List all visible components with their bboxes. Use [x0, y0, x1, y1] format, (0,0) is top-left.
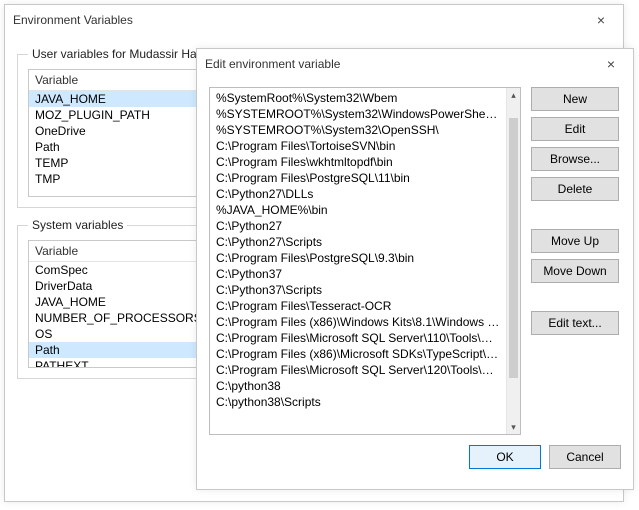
- edit-env-window: Edit environment variable × %SystemRoot%…: [196, 48, 634, 490]
- col-variable[interactable]: Variable: [29, 70, 197, 90]
- path-entry[interactable]: C:\Program Files (x86)\Microsoft SDKs\Ty…: [210, 346, 506, 362]
- path-entry[interactable]: C:\Program Files\TortoiseSVN\bin: [210, 138, 506, 154]
- path-entry[interactable]: C:\Program Files\PostgreSQL\9.3\bin: [210, 250, 506, 266]
- move-down-button[interactable]: Move Down: [531, 259, 619, 283]
- edit-titlebar: Edit environment variable ×: [197, 49, 633, 79]
- path-entry[interactable]: %SYSTEMROOT%\System32\OpenSSH\: [210, 122, 506, 138]
- env-title: Environment Variables: [13, 13, 587, 27]
- new-button[interactable]: New: [531, 87, 619, 111]
- path-entry[interactable]: C:\python38\Scripts: [210, 394, 506, 410]
- scroll-down-icon[interactable]: ▾: [507, 420, 520, 434]
- edit-cancel-button[interactable]: Cancel: [549, 445, 621, 469]
- system-vars-legend: System variables: [28, 218, 127, 232]
- edit-ok-button[interactable]: OK: [469, 445, 541, 469]
- col-variable[interactable]: Variable: [29, 241, 197, 261]
- edit-text-button[interactable]: Edit text...: [531, 311, 619, 335]
- edit-side-buttons: New Edit Browse... Delete Move Up Move D…: [531, 87, 621, 435]
- path-entry[interactable]: C:\Python27: [210, 218, 506, 234]
- var-name-cell: Path: [29, 342, 197, 358]
- path-entry[interactable]: C:\Program Files\Tesseract-OCR: [210, 298, 506, 314]
- var-name-cell: ComSpec: [29, 262, 197, 278]
- path-entry[interactable]: C:\Python27\Scripts: [210, 234, 506, 250]
- path-entries-list[interactable]: %SystemRoot%\System32\Wbem%SYSTEMROOT%\S…: [209, 87, 521, 435]
- path-entry[interactable]: C:\python38: [210, 378, 506, 394]
- path-entry[interactable]: C:\Program Files\PostgreSQL\11\bin: [210, 170, 506, 186]
- path-entry[interactable]: C:\Program Files\wkhtmltopdf\bin: [210, 154, 506, 170]
- path-entry[interactable]: C:\Program Files\Microsoft SQL Server\11…: [210, 330, 506, 346]
- var-name-cell: OneDrive: [29, 123, 197, 139]
- env-close-button[interactable]: ×: [587, 12, 615, 28]
- path-scrollbar[interactable]: ▴ ▾: [506, 88, 520, 434]
- path-entry[interactable]: C:\Program Files (x86)\Windows Kits\8.1\…: [210, 314, 506, 330]
- var-name-cell: JAVA_HOME: [29, 91, 197, 107]
- var-name-cell: TEMP: [29, 155, 197, 171]
- path-entry[interactable]: C:\Python37\Scripts: [210, 282, 506, 298]
- path-entry[interactable]: %SYSTEMROOT%\System32\WindowsPowerShell\…: [210, 106, 506, 122]
- env-titlebar: Environment Variables ×: [5, 5, 623, 35]
- var-name-cell: JAVA_HOME: [29, 294, 197, 310]
- browse-button[interactable]: Browse...: [531, 147, 619, 171]
- var-name-cell: Path: [29, 139, 197, 155]
- edit-title: Edit environment variable: [205, 57, 597, 71]
- path-entry[interactable]: C:\Python27\DLLs: [210, 186, 506, 202]
- scroll-thumb[interactable]: [509, 118, 518, 378]
- var-name-cell: MOZ_PLUGIN_PATH: [29, 107, 197, 123]
- delete-button[interactable]: Delete: [531, 177, 619, 201]
- var-name-cell: TMP: [29, 171, 197, 187]
- path-entry[interactable]: %SystemRoot%\System32\Wbem: [210, 90, 506, 106]
- edit-footer-buttons: OK Cancel: [197, 445, 633, 479]
- path-entry[interactable]: %JAVA_HOME%\bin: [210, 202, 506, 218]
- scroll-up-icon[interactable]: ▴: [507, 88, 520, 102]
- edit-close-button[interactable]: ×: [597, 56, 625, 72]
- var-name-cell: PATHEXT: [29, 358, 197, 368]
- var-name-cell: OS: [29, 326, 197, 342]
- path-entry[interactable]: C:\Program Files\Microsoft SQL Server\12…: [210, 362, 506, 378]
- edit-button[interactable]: Edit: [531, 117, 619, 141]
- path-entry[interactable]: C:\Python37: [210, 266, 506, 282]
- var-name-cell: NUMBER_OF_PROCESSORS: [29, 310, 197, 326]
- move-up-button[interactable]: Move Up: [531, 229, 619, 253]
- var-name-cell: DriverData: [29, 278, 197, 294]
